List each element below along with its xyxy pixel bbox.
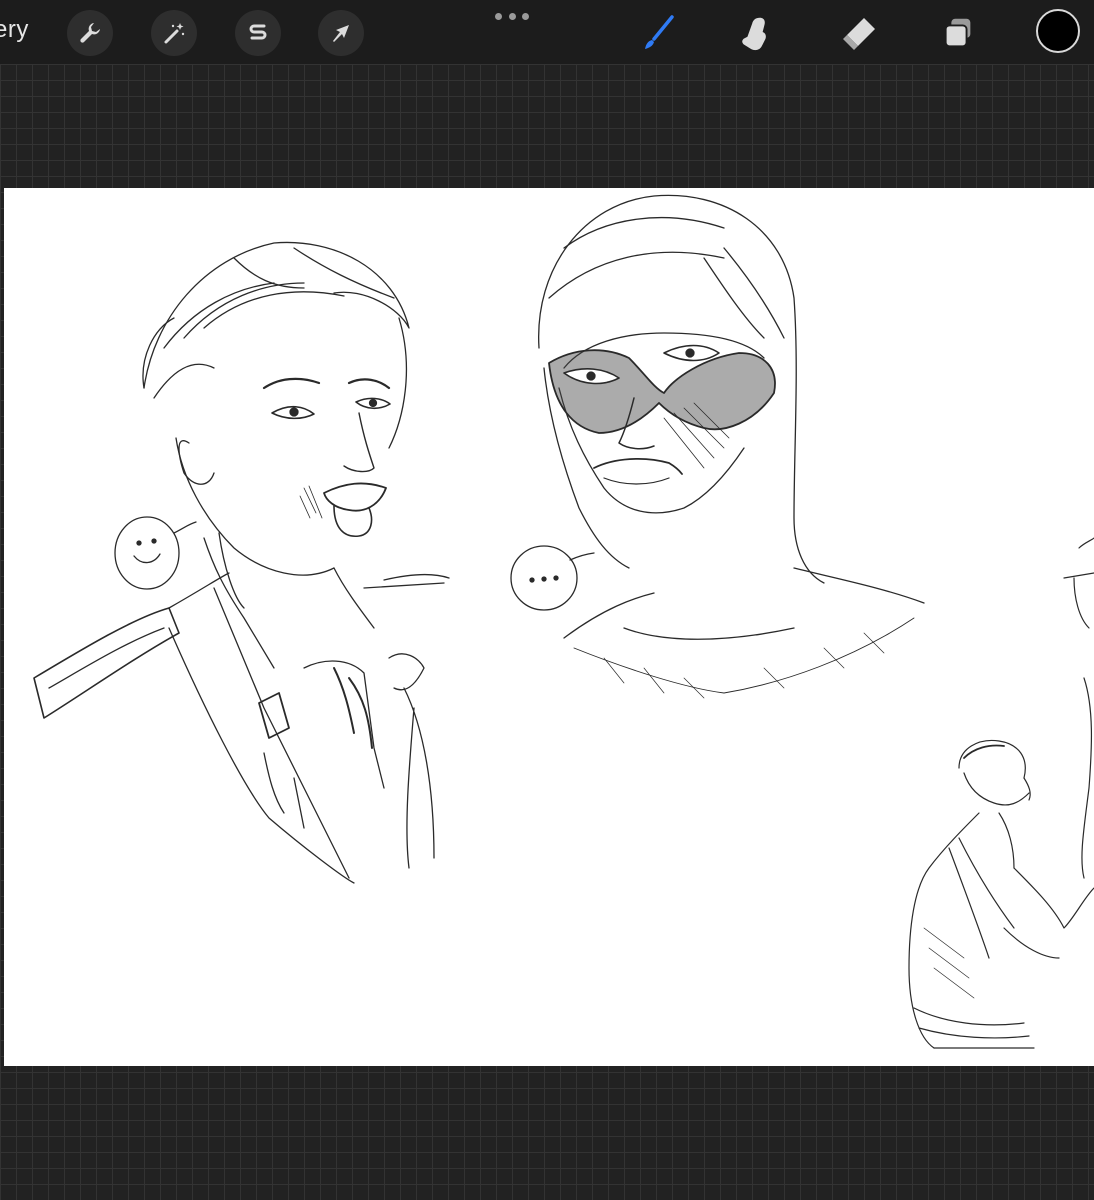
smudge-tool-button[interactable]	[732, 10, 780, 56]
more-options-icon[interactable]	[495, 8, 529, 24]
selection-s-icon	[249, 24, 267, 40]
actions-button[interactable]	[67, 10, 113, 56]
layers-icon	[944, 18, 971, 48]
drawing-canvas[interactable]	[4, 188, 1094, 1066]
selection-button[interactable]	[235, 10, 281, 56]
sketch-artwork	[33, 194, 1094, 1049]
wrench-icon	[80, 23, 100, 43]
smudge-finger-icon	[742, 17, 766, 51]
sketch-uniformed-man	[33, 241, 450, 884]
sketch-reaching-man	[908, 537, 1094, 1049]
transform-button[interactable]	[318, 10, 364, 56]
adjustments-button[interactable]	[151, 10, 197, 56]
layers-button[interactable]	[934, 10, 982, 56]
brush-icon	[645, 15, 674, 49]
sketch-masked-figure	[510, 194, 925, 699]
eraser-icon	[843, 18, 875, 50]
brush-tool-button[interactable]	[634, 10, 682, 56]
top-toolbar: ery	[0, 0, 1094, 64]
arrow-cursor-icon	[333, 25, 349, 42]
gallery-button[interactable]: ery	[0, 16, 29, 44]
eraser-tool-button[interactable]	[834, 10, 882, 56]
magic-wand-icon	[164, 23, 185, 44]
color-picker-swatch[interactable]	[1036, 9, 1080, 53]
